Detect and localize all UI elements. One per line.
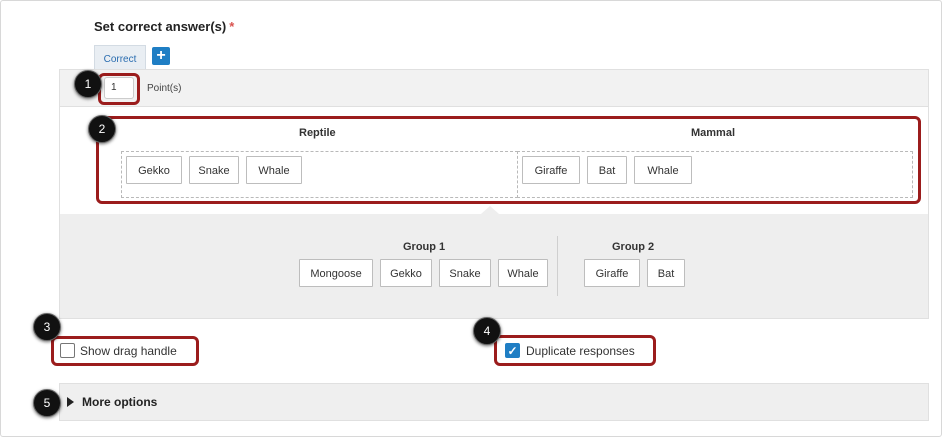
bank-chip[interactable]: Whale — [498, 259, 548, 287]
callout-number-3: 3 — [33, 313, 61, 341]
bank-chip[interactable]: Gekko — [380, 259, 432, 287]
bank-chip[interactable]: Giraffe — [584, 259, 640, 287]
callout-highlight-categories — [96, 116, 921, 204]
callout-number-1: 1 — [74, 70, 102, 98]
section-title: Set correct answer(s) * — [94, 19, 234, 34]
required-marker: * — [229, 19, 235, 34]
callout-highlight-duplicate — [494, 335, 656, 366]
add-response-button[interactable]: + — [152, 47, 170, 65]
group-title-2: Group 2 — [612, 241, 655, 253]
section-title-text: Set correct answer(s) — [94, 19, 227, 34]
points-label: Point(s) — [147, 83, 182, 94]
bank-chip[interactable]: Snake — [439, 259, 491, 287]
points-bar — [59, 69, 929, 107]
response-bank — [60, 214, 928, 318]
callout-number-4: 4 — [473, 317, 501, 345]
callout-highlight-drag-handle — [51, 336, 199, 366]
more-options-label[interactable]: More options — [82, 395, 157, 409]
callout-number-5: 5 — [33, 389, 61, 417]
more-options-bar[interactable] — [59, 383, 929, 421]
bank-chip[interactable]: Mongoose — [299, 259, 373, 287]
caret-right-icon[interactable] — [67, 397, 74, 407]
bank-chip[interactable]: Bat — [647, 259, 685, 287]
bank-pointer — [481, 206, 499, 214]
group-title-1: Group 1 — [403, 241, 446, 253]
callout-highlight-points — [98, 73, 140, 105]
group-divider — [557, 236, 558, 296]
tab-correct[interactable]: Correct — [94, 45, 146, 69]
callout-number-2: 2 — [88, 115, 116, 143]
